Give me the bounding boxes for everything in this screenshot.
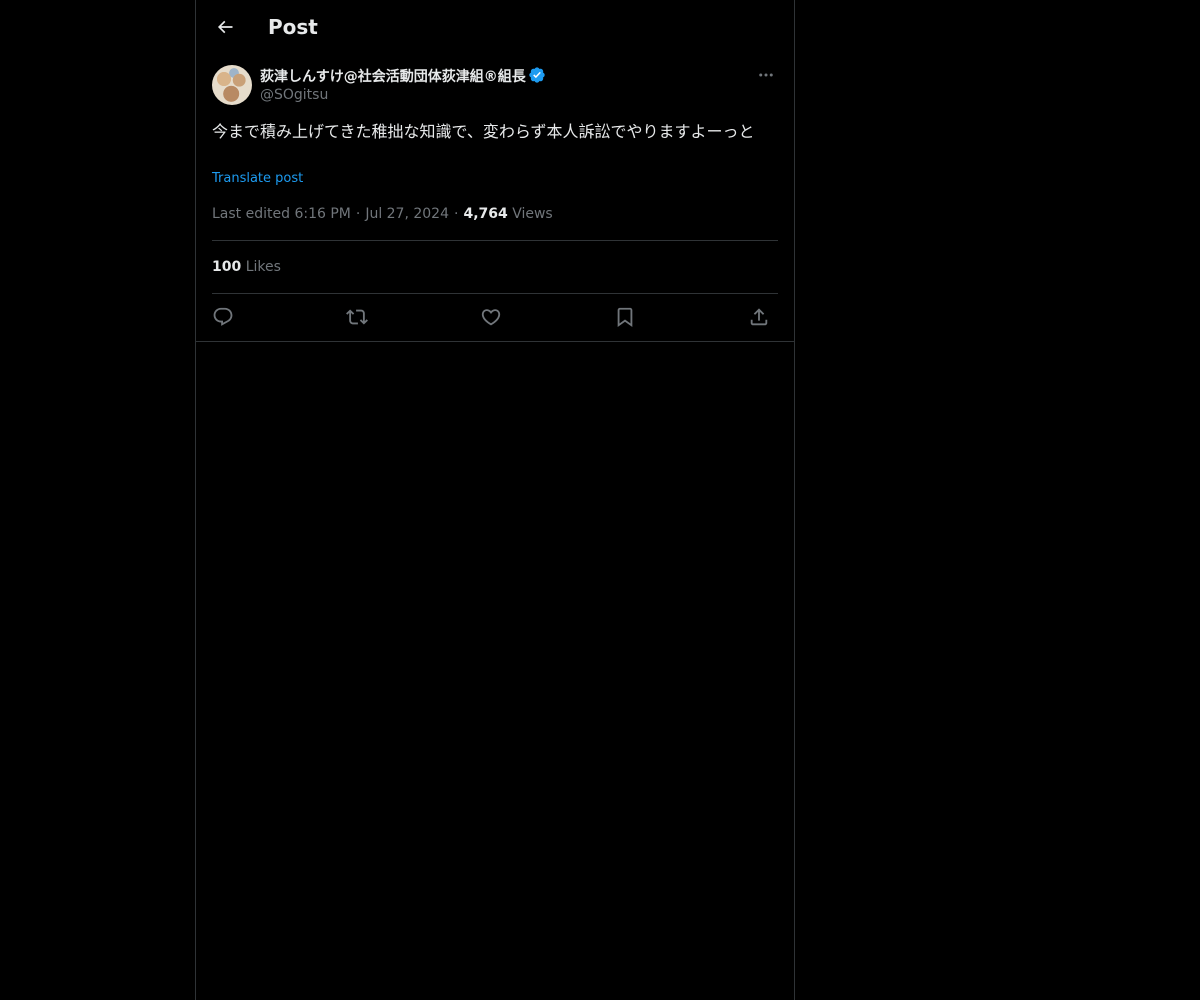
author-row: 荻津しんすけ@社会活動団体荻津組®組長 @SOgitsu — [212, 65, 778, 107]
post-column: Post 荻津しんすけ@社会活動団体荻津組®組長 @SOgitsu 今まで積み上… — [195, 0, 795, 1000]
divider — [212, 293, 778, 294]
likes-label: Likes — [245, 259, 281, 275]
bookmark-icon — [617, 307, 633, 328]
divider — [212, 240, 778, 241]
likes-count: 100 — [212, 259, 242, 275]
post-meta: Last edited 6:16 PM · Jul 27, 2024 · 4,764 V… — [212, 204, 553, 224]
post-bottom-border — [196, 341, 794, 342]
top-bar: Post — [196, 0, 794, 54]
author-name-text: 荻津しんすけ@社会活動団体荻津組®組長 — [260, 69, 526, 85]
edited-timestamp[interactable]: Last edited 6:16 PM — [212, 206, 351, 222]
repost-icon — [346, 309, 368, 325]
repost-button[interactable] — [344, 304, 370, 330]
views-label: Views — [512, 206, 553, 222]
post-date[interactable]: Jul 27, 2024 — [365, 206, 449, 222]
translate-post-link[interactable]: Translate post — [212, 170, 303, 188]
post-text: 今まで積み上げてきた稚拙な知識で、変わらず本人訴訟でやりますよーっと — [212, 122, 755, 141]
author-handle[interactable]: @SOgitsu — [260, 86, 328, 104]
share-button[interactable] — [746, 304, 772, 330]
share-icon — [750, 308, 768, 326]
more-options-button[interactable] — [754, 65, 778, 85]
likes-summary[interactable]: 100 Likes — [212, 257, 281, 277]
like-button[interactable] — [478, 304, 504, 330]
arrow-left-icon — [217, 20, 233, 34]
action-bar — [212, 304, 778, 330]
meta-separator: · — [355, 206, 361, 222]
bookmark-button[interactable] — [612, 304, 638, 330]
reply-icon — [213, 307, 233, 326]
page-title: Post — [268, 15, 318, 39]
meta-separator: · — [454, 206, 459, 222]
views-count: 4,764 — [463, 206, 508, 222]
heart-icon — [481, 309, 501, 326]
more-horizontal-icon — [759, 73, 773, 77]
avatar[interactable] — [212, 65, 252, 105]
verified-badge-icon — [528, 66, 546, 89]
back-button[interactable] — [208, 10, 242, 44]
reply-button[interactable] — [210, 304, 236, 330]
